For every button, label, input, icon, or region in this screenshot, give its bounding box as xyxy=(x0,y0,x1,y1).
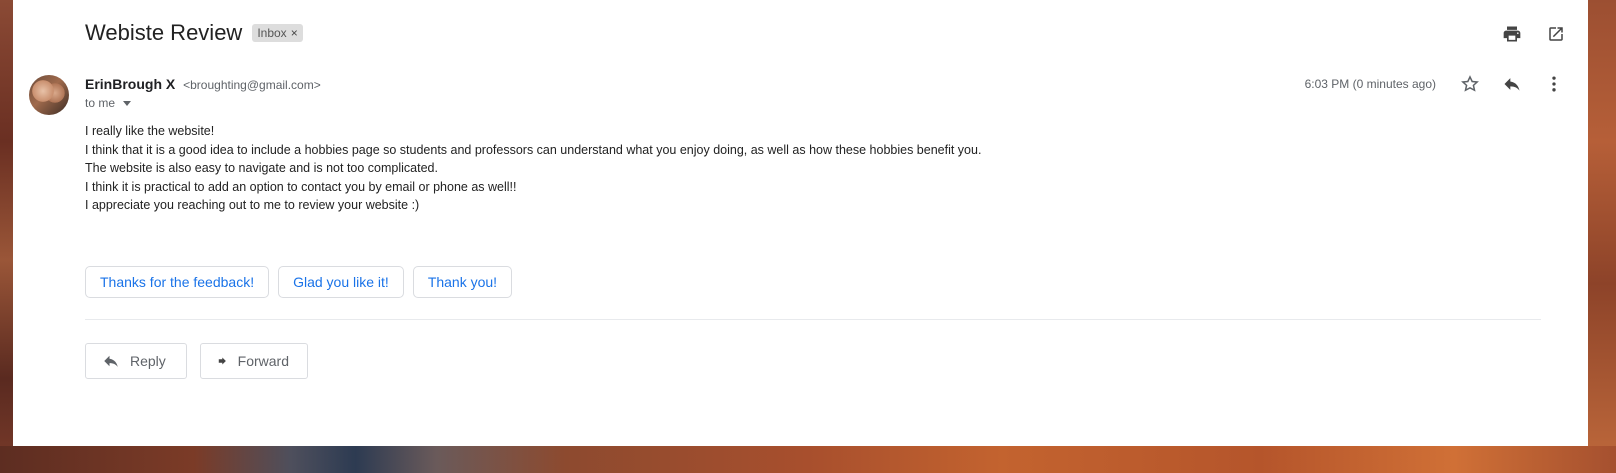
reply-button[interactable]: Reply xyxy=(85,343,187,379)
star-icon[interactable] xyxy=(1458,72,1482,96)
forward-button[interactable]: Forward xyxy=(200,343,308,379)
smart-reply-suggestions: Thanks for the feedback! Glad you like i… xyxy=(85,266,513,298)
sender-name[interactable]: ErinBrough X xyxy=(85,76,175,92)
smart-reply-chip[interactable]: Thanks for the feedback! xyxy=(85,266,270,298)
divider xyxy=(85,319,1541,320)
body-line: The website is also easy to navigate and… xyxy=(85,161,438,176)
print-icon[interactable] xyxy=(1500,22,1524,46)
email-subject: Webiste Review xyxy=(85,20,243,45)
sender-email: <broughting@gmail.com> xyxy=(183,78,321,92)
recipient-text: to me xyxy=(85,96,116,110)
label-chip-text: Inbox xyxy=(257,26,287,40)
message-meta: 6:03 PM (0 minutes ago) xyxy=(1305,72,1566,96)
more-vertical-icon[interactable] xyxy=(1542,72,1566,96)
sender-line: ErinBrough X <broughting@gmail.com> xyxy=(85,76,321,92)
email-body: I really like the website! I think that … xyxy=(85,122,981,215)
desktop-background-right xyxy=(1588,0,1616,473)
label-chip-inbox: Inbox × xyxy=(252,24,303,42)
remove-label-button[interactable]: × xyxy=(291,26,298,40)
forward-label: Forward xyxy=(237,353,289,369)
subject-row: Webiste Review Inbox × xyxy=(85,18,303,48)
smart-reply-chip[interactable]: Thank you! xyxy=(412,266,513,298)
smart-reply-chip[interactable]: Glad you like it! xyxy=(278,266,404,298)
body-line: I think that it is a good idea to includ… xyxy=(85,142,982,157)
reply-label: Reply xyxy=(130,353,166,369)
email-panel: Webiste Review Inbox × ErinBrough X <bro… xyxy=(13,0,1588,446)
body-line: I think it is practical to add an option… xyxy=(85,179,517,194)
avatar[interactable] xyxy=(29,75,69,115)
desktop-background-bottom xyxy=(0,446,1616,473)
thread-toolbar xyxy=(1500,22,1568,46)
forward-icon xyxy=(218,357,226,365)
recipient-details-toggle[interactable]: to me xyxy=(85,96,132,110)
message-actions: Reply Forward xyxy=(85,343,308,379)
body-line: I appreciate you reaching out to me to r… xyxy=(85,198,420,213)
reply-icon[interactable] xyxy=(1500,72,1524,96)
reply-icon xyxy=(104,355,118,367)
chevron-down-icon xyxy=(123,100,132,106)
body-line: I really like the website! xyxy=(85,124,215,138)
desktop-background-left xyxy=(0,0,13,473)
open-in-new-window-icon[interactable] xyxy=(1544,22,1568,46)
timestamp: 6:03 PM (0 minutes ago) xyxy=(1304,77,1436,91)
